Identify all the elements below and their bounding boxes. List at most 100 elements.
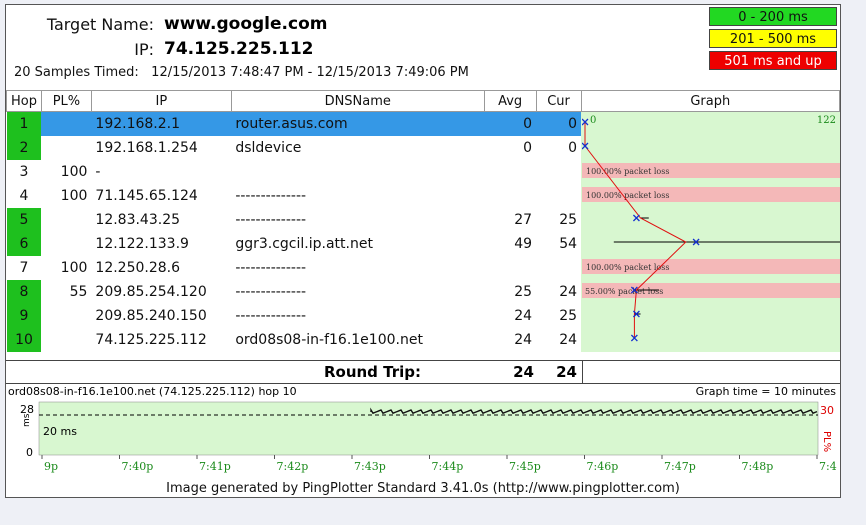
x-tick-label: 7:47p xyxy=(664,460,696,473)
x-tick-label: 7:40p xyxy=(122,460,154,473)
packet-loss xyxy=(41,208,91,232)
round-trip-row: Round Trip: 24 24 xyxy=(6,360,840,384)
dns-name: router.asus.com xyxy=(231,111,485,136)
cur-ms xyxy=(536,184,581,208)
pingplotter-report: Target Name: www.google.com IP: 74.125.2… xyxy=(5,4,841,498)
graph-scale-min: 0 xyxy=(590,115,596,126)
avg-ms: 27 xyxy=(514,212,533,228)
avg-ms: 0 xyxy=(523,140,533,156)
dns-name xyxy=(231,160,484,184)
ip-address: 12.83.43.25 xyxy=(95,212,181,228)
ip-address: 74.125.225.112 xyxy=(95,332,207,348)
reference-line-label: 20 ms xyxy=(43,425,77,438)
packet-loss xyxy=(41,232,91,256)
ip-address: 192.168.2.1 xyxy=(91,111,232,136)
dns-name: -------------- xyxy=(235,260,307,276)
ip-address: 71.145.65.124 xyxy=(95,188,198,204)
legend-medium: 201 - 500 ms xyxy=(709,29,837,48)
ip-address: 209.85.240.150 xyxy=(95,308,207,324)
dns-name: -------------- xyxy=(235,308,307,324)
x-tick-label: 7:45p xyxy=(509,460,541,473)
avg-ms xyxy=(484,256,536,280)
col-ip[interactable]: IP xyxy=(90,90,232,112)
col-dnsname[interactable]: DNSName xyxy=(230,90,485,112)
ip-address: - xyxy=(95,164,101,180)
x-tick-label: 7:43p xyxy=(354,460,386,473)
cur-ms: 25 xyxy=(559,212,578,228)
avg-ms: 24 xyxy=(514,332,533,348)
x-tick-label: 7:42p xyxy=(277,460,309,473)
target-name-label: Target Name: xyxy=(46,15,154,34)
avg-ms: 0 xyxy=(484,111,537,136)
cur-ms xyxy=(536,256,581,280)
cur-ms xyxy=(536,160,581,184)
x-tick-label: 7:4 xyxy=(819,460,837,473)
col-pl[interactable]: PL% xyxy=(40,90,92,112)
avg-ms xyxy=(484,160,536,184)
cur-ms: 25 xyxy=(559,308,578,324)
hop-number: 9 xyxy=(6,304,42,328)
latency-graph: 0 122 100.00% packet loss 100.00% packet lo… xyxy=(582,115,840,342)
x-tick-label: 9p xyxy=(44,460,58,473)
col-hop[interactable]: Hop xyxy=(6,90,42,112)
pl-max-label: 30 xyxy=(820,404,834,417)
round-trip-avg: 24 xyxy=(513,363,534,381)
cur-ms: 0 xyxy=(536,111,582,136)
round-trip-label: Round Trip: xyxy=(323,363,421,381)
graph-scale-max: 122 xyxy=(817,115,836,126)
hop-number: 3 xyxy=(19,164,29,180)
ip-address: 12.122.133.9 xyxy=(95,236,189,252)
hop-number: 4 xyxy=(19,188,29,204)
x-tick-label: 7:48p xyxy=(742,460,774,473)
dns-name: -------------- xyxy=(235,284,307,300)
packet-loss-label: 55.00% packet loss xyxy=(585,287,663,296)
x-tick-label: 7:44p xyxy=(432,460,464,473)
x-tick-label: 7:41p xyxy=(199,460,231,473)
ip-value: 74.125.225.112 xyxy=(164,39,314,59)
col-cur[interactable]: Cur xyxy=(535,90,582,112)
packet-loss: 55 xyxy=(69,284,88,300)
round-trip-cur: 24 xyxy=(556,363,577,381)
pl-axis-label: PL% xyxy=(821,431,832,453)
target-name-value: www.google.com xyxy=(164,14,328,34)
footer-credit: Image generated by PingPlotter Standard … xyxy=(166,481,680,496)
dns-name: ggr3.cgcil.ip.att.net xyxy=(235,236,373,252)
packet-loss: 100 xyxy=(60,260,88,276)
dns-name: -------------- xyxy=(235,212,307,228)
packet-loss: 100 xyxy=(60,188,88,204)
time-graph-panel: ord08s08-in-f16.1e100.net (74.125.225.11… xyxy=(6,383,840,478)
dns-name: ord08s08-in-f16.1e100.net xyxy=(235,332,423,348)
packet-loss xyxy=(41,111,92,136)
legend-high: 501 ms and up xyxy=(709,51,837,70)
col-avg[interactable]: Avg xyxy=(483,90,537,112)
time-graph: 9p 7:40p 7:41p 7:42p 7:43p 7:44p 7:45p 7:46p 7:4… xyxy=(38,401,837,473)
ip-address: 12.250.28.6 xyxy=(95,260,181,276)
packet-loss xyxy=(41,328,91,352)
ip-label: IP: xyxy=(134,40,154,59)
ip-address: 192.168.1.254 xyxy=(95,140,198,156)
packet-loss-label: 100.00% packet loss xyxy=(586,167,669,176)
avg-ms: 25 xyxy=(514,284,533,300)
cur-ms: 24 xyxy=(559,332,578,348)
avg-ms: 24 xyxy=(514,308,533,324)
cur-ms: 54 xyxy=(559,236,578,252)
hop-number: 6 xyxy=(6,232,42,256)
packet-loss xyxy=(41,304,91,328)
y-unit-label: ms xyxy=(22,413,32,427)
dns-name: -------------- xyxy=(235,188,307,204)
hop-number: 1 xyxy=(6,111,42,136)
hop-number: 8 xyxy=(6,280,42,304)
dns-name: dsldevice xyxy=(235,140,302,156)
hop-number: 5 xyxy=(6,208,42,232)
cur-ms: 24 xyxy=(559,284,578,300)
ip-address: 209.85.254.120 xyxy=(95,284,207,300)
legend-low: 0 - 200 ms xyxy=(709,7,837,26)
latency-line xyxy=(584,122,687,338)
packet-loss-label: 100.00% packet loss xyxy=(586,191,669,200)
avg-ms xyxy=(484,184,536,208)
y-min-label: 0 xyxy=(26,446,33,459)
table-header: Hop PL% IP DNSName Avg Cur Graph xyxy=(6,90,841,112)
hop-number: 2 xyxy=(6,136,42,160)
latency-marker xyxy=(632,214,640,222)
col-graph[interactable]: Graph xyxy=(580,90,841,112)
